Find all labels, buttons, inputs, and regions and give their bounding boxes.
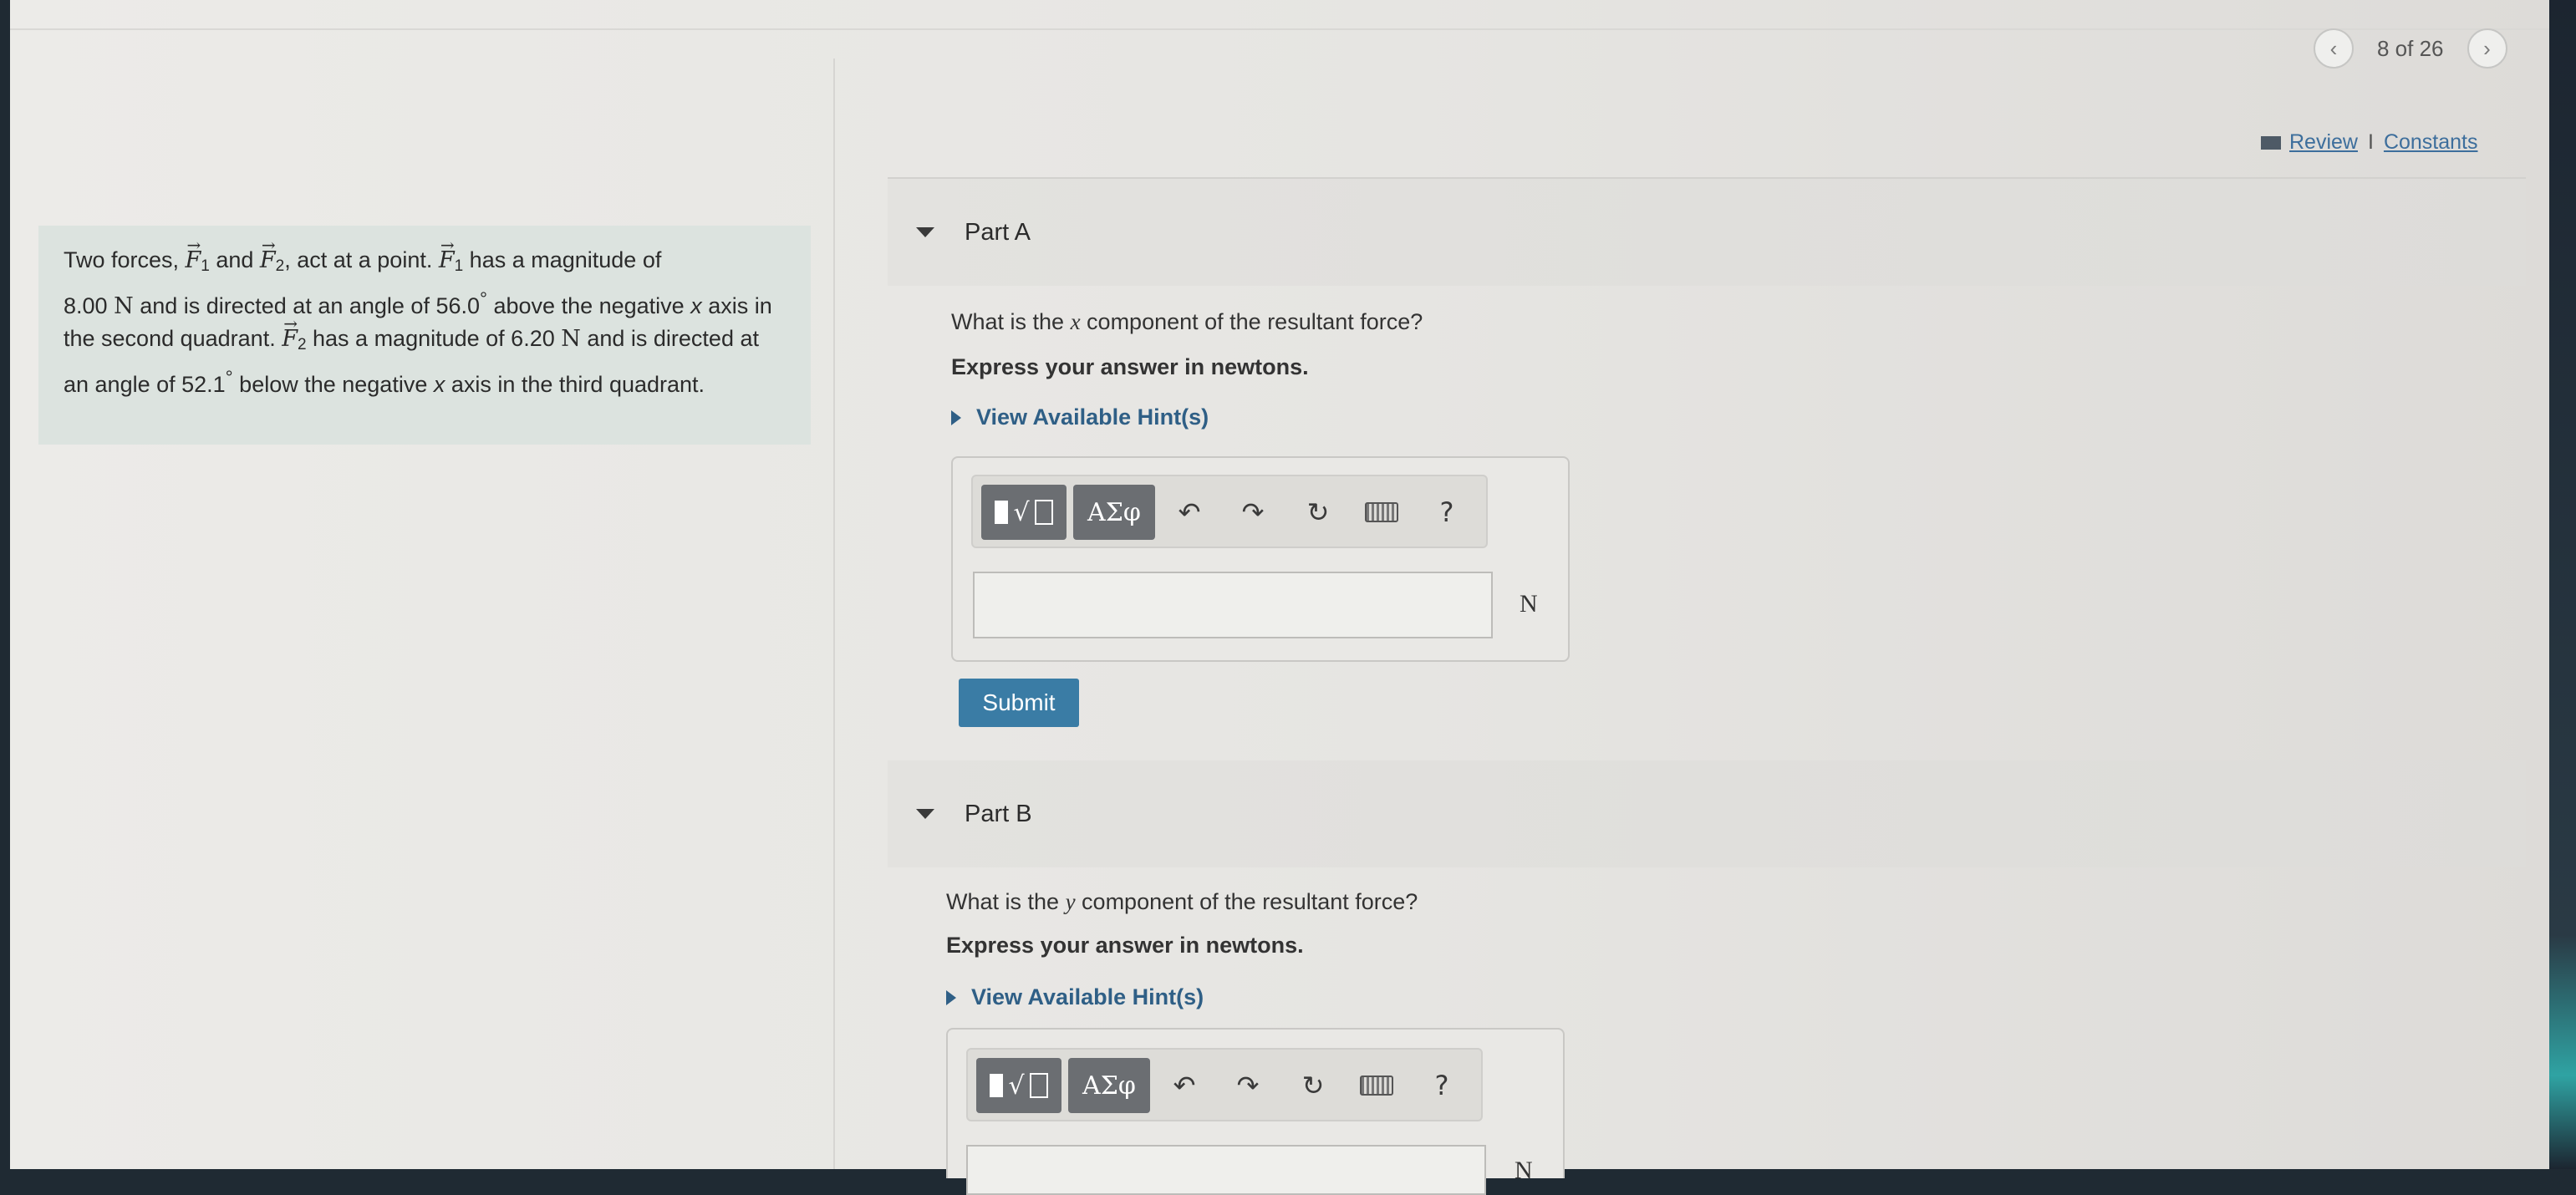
- part-b-instruction: Express your answer in newtons.: [946, 933, 1304, 958]
- review-links: Review I Constants: [2261, 130, 2478, 155]
- redo-icon[interactable]: ↷: [1234, 485, 1272, 540]
- book-icon: [2261, 135, 2281, 150]
- problem-text: below the negative: [232, 372, 434, 397]
- keyboard-icon: [1365, 502, 1398, 522]
- caret-right-icon: [946, 989, 956, 1005]
- problem-text: Two forces,: [64, 247, 186, 272]
- part-b-unit: N: [1515, 1157, 1533, 1184]
- pane-divider: [833, 58, 835, 1169]
- reset-icon[interactable]: ↻: [1294, 1058, 1332, 1113]
- caret-right-icon: [951, 409, 961, 425]
- magnitude-value: 8.00: [64, 293, 108, 318]
- problem-text: above the negative: [487, 293, 691, 318]
- pagination: ‹ 8 of 26 ›: [2314, 28, 2507, 69]
- help-icon[interactable]: ?: [1423, 1058, 1461, 1113]
- vector-f1: F: [186, 229, 201, 277]
- axis-variable: x: [690, 293, 702, 318]
- problem-text: has a magnitude of 6.20: [306, 326, 562, 351]
- subscript: 2: [297, 336, 307, 353]
- part-b-header[interactable]: Part B: [888, 760, 2526, 867]
- templates-icon: [995, 501, 1009, 524]
- subscript: 2: [275, 257, 285, 275]
- part-b-hint-toggle[interactable]: View Available Hint(s): [946, 984, 1204, 1010]
- screen: ‹ 8 of 26 › Review I Constants Two force…: [10, 0, 2549, 1195]
- caret-down-icon: [916, 809, 934, 819]
- part-a-hint-toggle[interactable]: View Available Hint(s): [951, 404, 1209, 430]
- problem-text: and is directed at an angle of 56.0: [133, 293, 480, 318]
- subscript: 1: [201, 257, 210, 275]
- keyboard-button[interactable]: [1362, 485, 1401, 540]
- next-button[interactable]: ›: [2467, 28, 2507, 69]
- part-a-answer-input[interactable]: [973, 572, 1493, 638]
- problem-text: has a magnitude of: [463, 247, 662, 272]
- part-b-answer-input[interactable]: [966, 1145, 1486, 1195]
- templates-button[interactable]: √: [976, 1058, 1061, 1113]
- help-icon[interactable]: ?: [1428, 485, 1466, 540]
- hint-label: View Available Hint(s): [976, 404, 1209, 430]
- problem-text: and: [209, 247, 260, 272]
- reset-icon[interactable]: ↻: [1299, 485, 1337, 540]
- part-b-answer-widget: √ ΑΣφ ↶ ↷ ↻ ? N: [946, 1028, 1565, 1195]
- redo-icon[interactable]: ↷: [1229, 1058, 1267, 1113]
- part-a-answer-widget: √ ΑΣφ ↶ ↷ ↻ ? N: [951, 456, 1570, 662]
- top-divider: [10, 28, 2549, 30]
- math-toolbar: √ ΑΣφ ↶ ↷ ↻ ?: [966, 1048, 1483, 1121]
- keyboard-button[interactable]: [1357, 1058, 1396, 1113]
- keyboard-icon: [1360, 1076, 1393, 1096]
- vector-f2: F: [260, 229, 276, 277]
- degree-symbol: °: [480, 288, 487, 309]
- unit-symbol: N: [561, 326, 581, 352]
- vector-f2: F: [282, 308, 298, 355]
- chevron-right-icon: ›: [2483, 35, 2491, 61]
- screen-bezel: [2549, 0, 2576, 1169]
- vector-f1: F: [439, 229, 455, 277]
- problem-text: , act at a point.: [284, 247, 439, 272]
- part-a-unit: N: [1520, 590, 1538, 618]
- greek-symbols-button[interactable]: ΑΣφ: [1073, 485, 1155, 540]
- axis-variable: x: [433, 372, 445, 397]
- undo-icon[interactable]: ↶: [1165, 1058, 1204, 1113]
- caret-down-icon: [916, 227, 934, 237]
- subscript: 1: [454, 257, 464, 275]
- previous-button[interactable]: ‹: [2314, 28, 2354, 69]
- part-a-question: What is the x component of the resultant…: [951, 309, 1423, 334]
- problem-text: axis in the third quadrant.: [445, 372, 705, 397]
- part-b-title: Part B: [965, 800, 1032, 827]
- hint-label: View Available Hint(s): [971, 984, 1204, 1009]
- part-b-question: What is the y component of the resultant…: [946, 889, 1418, 914]
- greek-symbols-button[interactable]: ΑΣφ: [1068, 1058, 1150, 1113]
- link-separator: I: [2367, 130, 2374, 154]
- undo-icon[interactable]: ↶: [1170, 485, 1209, 540]
- templates-icon: [990, 1074, 1004, 1097]
- templates-button[interactable]: √: [981, 485, 1067, 540]
- degree-symbol: °: [225, 367, 233, 388]
- page-counter: 8 of 26: [2377, 35, 2444, 61]
- part-a-header[interactable]: Part A: [888, 179, 2526, 286]
- submit-button[interactable]: Submit: [959, 679, 1079, 727]
- constants-link[interactable]: Constants: [2384, 130, 2478, 155]
- problem-statement: Two forces, F1 and F2, act at a point. F…: [38, 226, 811, 445]
- unit-symbol: N: [114, 293, 134, 319]
- math-toolbar: √ ΑΣφ ↶ ↷ ↻ ?: [971, 475, 1488, 548]
- review-link[interactable]: Review: [2289, 130, 2358, 155]
- part-a-instruction: Express your answer in newtons.: [951, 354, 1309, 379]
- chevron-left-icon: ‹: [2329, 35, 2338, 61]
- part-a-title: Part A: [965, 218, 1031, 246]
